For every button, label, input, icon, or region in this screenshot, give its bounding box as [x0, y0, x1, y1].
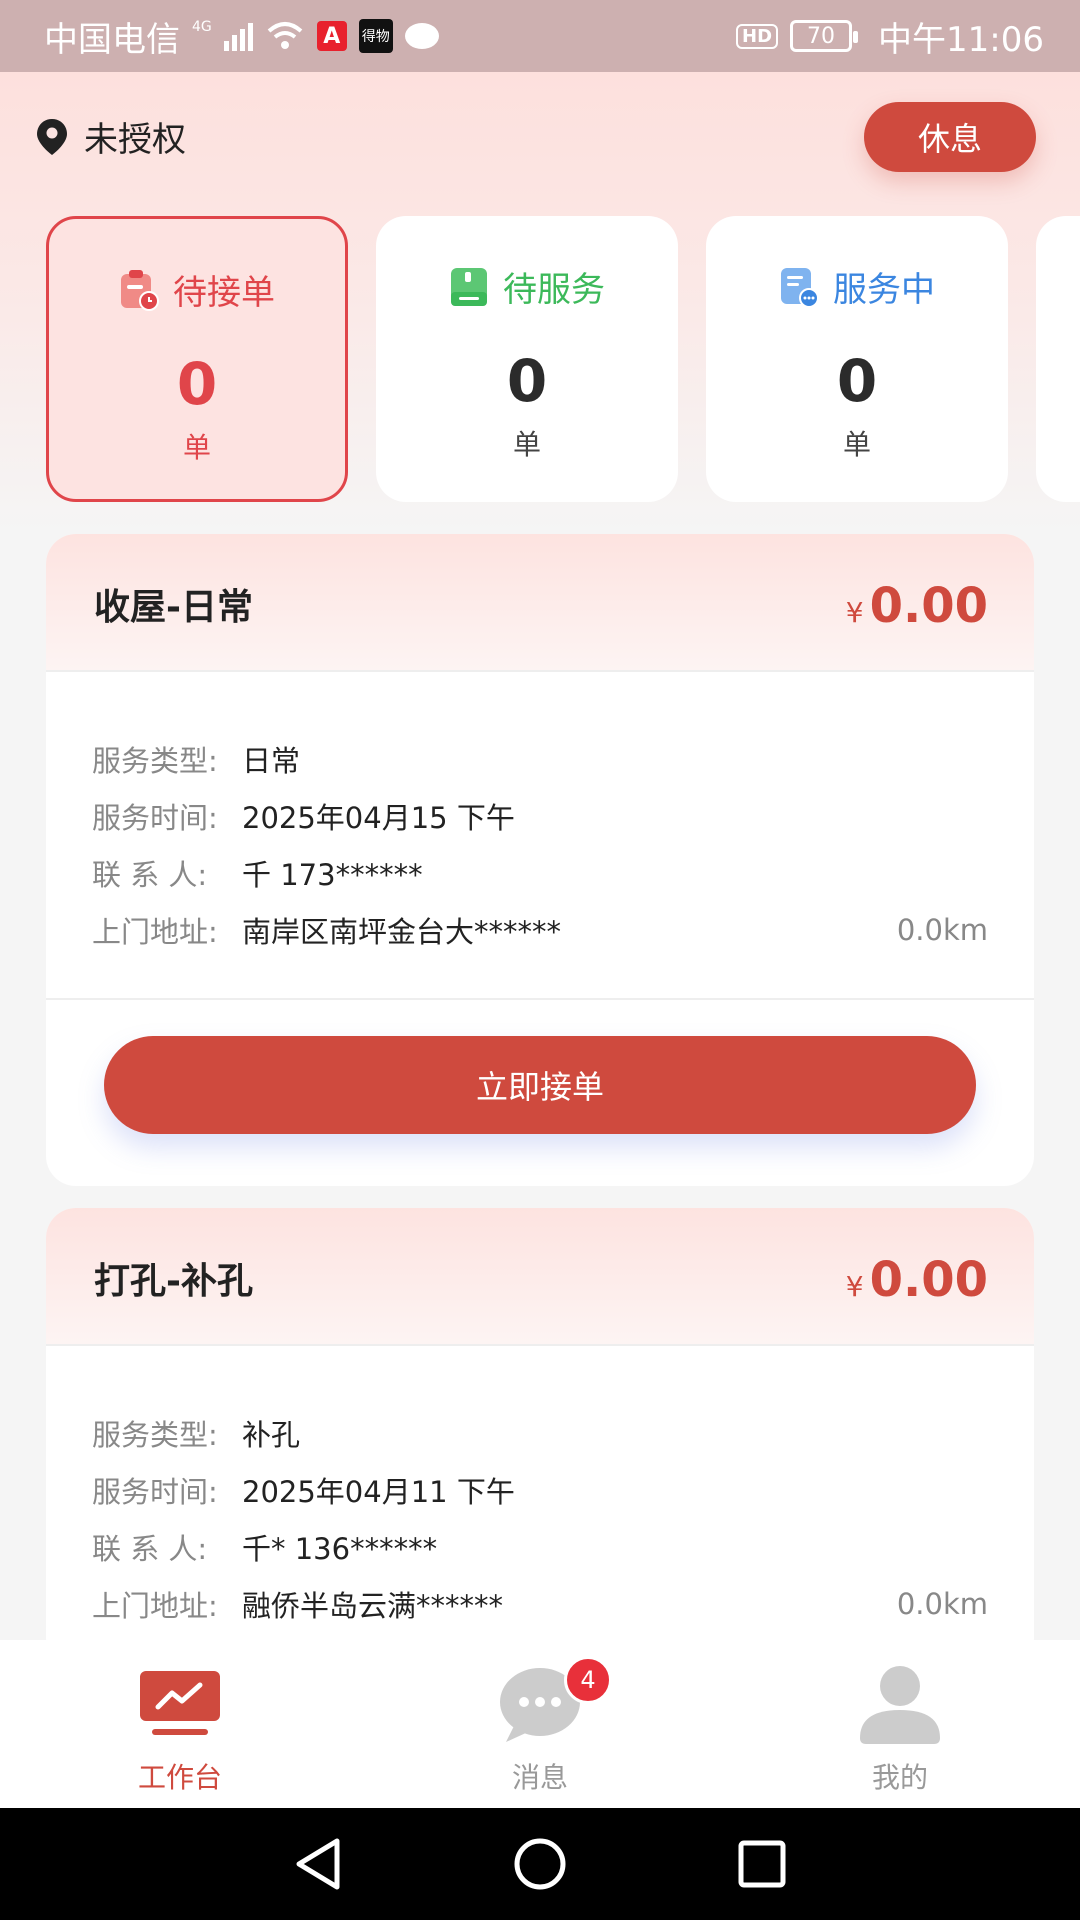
stat-unit-to-serve: 单: [512, 428, 541, 461]
address-value: 南岸区南坪金台大******: [242, 914, 562, 949]
message-notification-icon: [404, 23, 439, 49]
order-card[interactable]: 收屋-日常 ¥ 0.00 服务类型: 日常 服务时间: 2025年04月15 下…: [46, 534, 1034, 1186]
bottom-tab-bar: 工作台 4 消息 我的: [0, 1640, 1080, 1808]
chart-board-icon: [138, 1662, 222, 1746]
price-amount: 0.00: [869, 578, 988, 634]
contact-value: 千 173******: [242, 857, 423, 892]
stat-card-to-serve[interactable]: 待服务 0 单: [376, 216, 678, 502]
service-time-value: 2025年04月15 下午: [242, 800, 515, 835]
home-icon[interactable]: [513, 1837, 567, 1891]
detail-row-time: 服务时间: 2025年04月15 下午: [92, 787, 988, 844]
label-service-time: 服务时间:: [92, 800, 218, 835]
currency-symbol: ¥: [845, 1270, 864, 1303]
stat-unit-pending: 单: [182, 431, 211, 464]
order-card[interactable]: 打孔-补孔 ¥ 0.00 服务类型: 补孔 服务时间: 2025年04月11 下…: [46, 1208, 1034, 1668]
unread-badge: 4: [564, 1656, 612, 1704]
document-chat-icon: [781, 267, 819, 308]
label-contact: 联 系 人:: [92, 1531, 208, 1566]
location-selector[interactable]: 未授权: [34, 112, 186, 161]
tab-messages[interactable]: 4 消息: [360, 1640, 720, 1808]
label-address: 上门地址:: [92, 1588, 218, 1623]
distance-value: 0.0km: [896, 1586, 988, 1621]
tab-label-workbench: 工作台: [137, 1761, 222, 1794]
detail-row-type: 服务类型: 补孔: [92, 1404, 988, 1461]
clipboard-clock-icon: [121, 269, 159, 311]
stat-unit-in-service: 单: [842, 428, 871, 461]
signal-icon: [223, 21, 253, 51]
order-details: 服务类型: 补孔 服务时间: 2025年04月11 下午 联 系 人: 千* 1…: [46, 1346, 1034, 1668]
order-details: 服务类型: 日常 服务时间: 2025年04月15 下午 联 系 人: 千 17…: [46, 672, 1034, 998]
rest-button[interactable]: 休息: [864, 102, 1036, 172]
label-service-type: 服务类型:: [92, 743, 218, 778]
detail-row-time: 服务时间: 2025年04月11 下午: [92, 1461, 988, 1518]
back-icon[interactable]: [293, 1837, 343, 1891]
app-notification-icon: A: [316, 21, 347, 51]
tab-mine[interactable]: 我的: [720, 1640, 1080, 1808]
stat-label-pending: 待接单: [173, 273, 275, 313]
label-contact: 联 系 人:: [92, 857, 208, 892]
address-value: 融侨半岛云满******: [242, 1588, 504, 1623]
order-actions: 立即接单: [46, 998, 1034, 1186]
hd-icon: HD: [736, 23, 779, 49]
detail-row-address: 上门地址: 南岸区南坪金台大****** 0.0km: [92, 901, 988, 958]
network-type: 4G: [192, 19, 212, 35]
order-header: 打孔-补孔 ¥ 0.00: [46, 1208, 1034, 1346]
book-icon: [451, 267, 487, 306]
detail-row-contact: 联 系 人: 千 173******: [92, 844, 988, 901]
order-title: 打孔-补孔: [94, 1261, 253, 1302]
service-type-value: 补孔: [242, 1417, 301, 1452]
stat-card-in-service[interactable]: 服务中 0 单: [706, 216, 1008, 502]
order-price: ¥ 0.00: [846, 1252, 988, 1308]
carrier-text: 中国电信: [44, 19, 180, 60]
stat-label-to-serve: 待服务: [503, 270, 605, 310]
order-title: 收屋-日常: [94, 587, 253, 628]
currency-symbol: ¥: [845, 596, 864, 629]
system-nav-bar: [0, 1808, 1080, 1920]
order-price: ¥ 0.00: [846, 578, 988, 634]
detail-row-contact: 联 系 人: 千* 136******: [92, 1518, 988, 1575]
stat-count-to-serve: 0: [506, 347, 548, 415]
location-text: 未授权: [84, 120, 186, 160]
label-address: 上门地址:: [92, 914, 218, 949]
order-header: 收屋-日常 ¥ 0.00: [46, 534, 1034, 672]
clock: 中午11:06: [878, 19, 1044, 60]
order-stats: 待接单 0 单 待服务 0 单 服务中 0 单: [46, 216, 1080, 502]
wifi-icon: [267, 22, 303, 49]
distance-value: 0.0km: [896, 912, 988, 947]
service-time-value: 2025年04月11 下午: [242, 1474, 515, 1509]
stat-count-in-service: 0: [836, 347, 878, 415]
location-pin-icon: [37, 118, 67, 155]
tab-label-messages: 消息: [511, 1761, 568, 1794]
label-service-time: 服务时间:: [92, 1474, 218, 1509]
tab-workbench[interactable]: 工作台: [0, 1640, 360, 1808]
detail-row-type: 服务类型: 日常: [92, 730, 988, 787]
price-amount: 0.00: [869, 1252, 988, 1308]
battery-icon: 70: [790, 20, 859, 52]
detail-row-address: 上门地址: 融侨半岛云满****** 0.0km: [92, 1575, 988, 1632]
stat-label-in-service: 服务中: [833, 270, 935, 310]
status-bar: 中国电信 4G A 得物 HD 70 中午11:06: [0, 0, 1080, 72]
tab-label-mine: 我的: [871, 1761, 928, 1794]
stat-card-pending[interactable]: 待接单 0 单: [46, 216, 348, 502]
stat-count-pending: 0: [176, 350, 218, 418]
recents-icon[interactable]: [737, 1839, 787, 1889]
user-icon: [858, 1662, 942, 1746]
dewu-notification-icon: 得物: [358, 19, 393, 53]
contact-value: 千* 136******: [242, 1531, 438, 1566]
service-type-value: 日常: [242, 743, 301, 778]
accept-order-button[interactable]: 立即接单: [104, 1036, 976, 1134]
stat-card-partial[interactable]: [1036, 216, 1080, 502]
label-service-type: 服务类型:: [92, 1417, 218, 1452]
chat-bubble-icon: 4: [498, 1656, 612, 1746]
